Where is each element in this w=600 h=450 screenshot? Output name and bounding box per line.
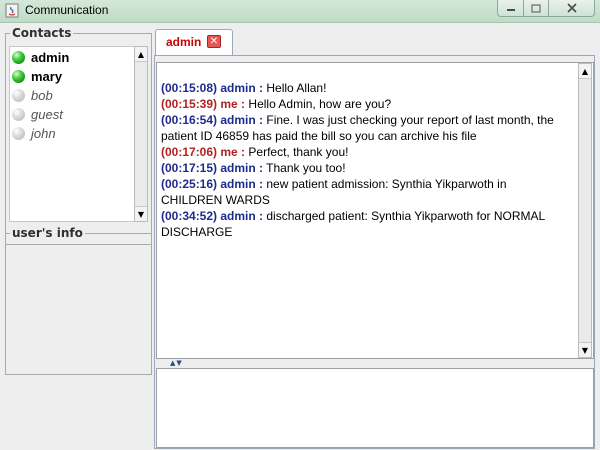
chat-history[interactable]: (00:15:08) admin : Hello Allan! (00:15:39… [156, 62, 594, 359]
chat-message: (00:17:06) me : Perfect, thank you! [161, 144, 571, 160]
message-sender: admin : [220, 161, 264, 175]
message-text: discharged patient: Synthia Yikparwoth f… [161, 209, 545, 239]
message-sender: admin : [220, 113, 264, 127]
close-window-icon [566, 3, 577, 13]
contact-john[interactable]: john [12, 124, 56, 143]
message-timestamp: (00:17:06) [161, 145, 218, 159]
java-app-icon [5, 3, 19, 18]
user-info-legend: user's info [10, 226, 85, 240]
maximize-icon [531, 3, 541, 13]
scroll-up-icon[interactable]: ▲ [135, 47, 147, 62]
message-sender: admin : [220, 177, 264, 191]
offline-status-icon [12, 127, 25, 140]
message-sender: me : [220, 145, 246, 159]
contacts-scrollbar[interactable]: ▲ ▼ [134, 46, 148, 222]
message-list: (00:15:08) admin : Hello Allan! (00:15:39… [161, 80, 571, 240]
message-sender: admin : [220, 209, 264, 223]
contact-name: admin [31, 50, 70, 65]
message-timestamp: (00:15:39) [161, 97, 218, 111]
message-timestamp: (00:34:52) [161, 209, 218, 223]
chat-tab-content: (00:15:08) admin : Hello Allan! (00:15:39… [154, 55, 595, 449]
message-text: Hello Allan! [263, 81, 327, 95]
chat-message: (00:15:39) me : Hello Admin, how are you… [161, 96, 571, 112]
tab-label: admin [166, 35, 202, 49]
contacts-list[interactable]: admin mary bob guest john [9, 46, 135, 222]
communication-window: Communication Contacts admin mary bob gu… [0, 0, 600, 450]
tab-admin[interactable]: admin ✕ [155, 29, 233, 55]
message-text: Thank you too! [263, 161, 346, 175]
scroll-up-icon[interactable]: ▲ [579, 64, 591, 79]
contact-guest[interactable]: guest [12, 105, 63, 124]
message-text: Perfect, thank you! [245, 145, 349, 159]
window-title: Communication [25, 3, 109, 17]
contacts-legend: Contacts [10, 26, 74, 40]
split-arrows-icon[interactable]: ▲▼ [170, 359, 183, 367]
offline-status-icon [12, 108, 25, 121]
chat-scrollbar[interactable]: ▲ ▼ [578, 63, 592, 358]
maximize-button[interactable] [523, 0, 549, 17]
message-timestamp: (00:16:54) [161, 113, 218, 127]
contact-name: bob [31, 88, 53, 103]
title-bar[interactable]: Communication [0, 0, 600, 23]
scroll-down-icon[interactable]: ▼ [135, 206, 147, 221]
split-pane-divider[interactable]: ▲▼ [156, 359, 594, 367]
chat-message: (00:16:54) admin : Fine. I was just chec… [161, 112, 571, 144]
chat-message: (00:34:52) admin : discharged patient: S… [161, 208, 571, 240]
online-status-icon [12, 51, 25, 64]
contacts-group: Contacts admin mary bob guest john ▲ ▼ [5, 26, 152, 245]
message-timestamp: (00:15:08) [161, 81, 218, 95]
message-timestamp: (00:17:15) [161, 161, 218, 175]
minimize-button[interactable] [497, 0, 524, 17]
close-window-button[interactable] [548, 0, 595, 17]
message-sender: admin : [220, 81, 264, 95]
chat-message: (00:15:08) admin : Hello Allan! [161, 80, 571, 96]
message-timestamp: (00:25:16) [161, 177, 218, 191]
user-info-group: user's info [5, 226, 152, 375]
minimize-icon [506, 9, 515, 11]
message-sender: me : [220, 97, 246, 111]
contact-name: john [31, 126, 56, 141]
scroll-down-icon[interactable]: ▼ [579, 342, 591, 357]
left-panel: Contacts admin mary bob guest john ▲ ▼ u… [5, 25, 152, 375]
chat-message: (00:25:16) admin : new patient admission… [161, 176, 571, 208]
offline-status-icon [12, 89, 25, 102]
close-icon[interactable]: ✕ [207, 35, 221, 48]
contact-name: guest [31, 107, 63, 122]
contact-name: mary [31, 69, 63, 84]
message-input[interactable] [156, 368, 594, 448]
online-status-icon [12, 70, 25, 83]
contact-admin[interactable]: admin [12, 48, 69, 67]
chat-message: (00:17:15) admin : Thank you too! [161, 160, 571, 176]
contact-mary[interactable]: mary [12, 67, 62, 86]
message-text: Hello Admin, how are you? [245, 97, 392, 111]
contact-bob[interactable]: bob [12, 86, 53, 105]
